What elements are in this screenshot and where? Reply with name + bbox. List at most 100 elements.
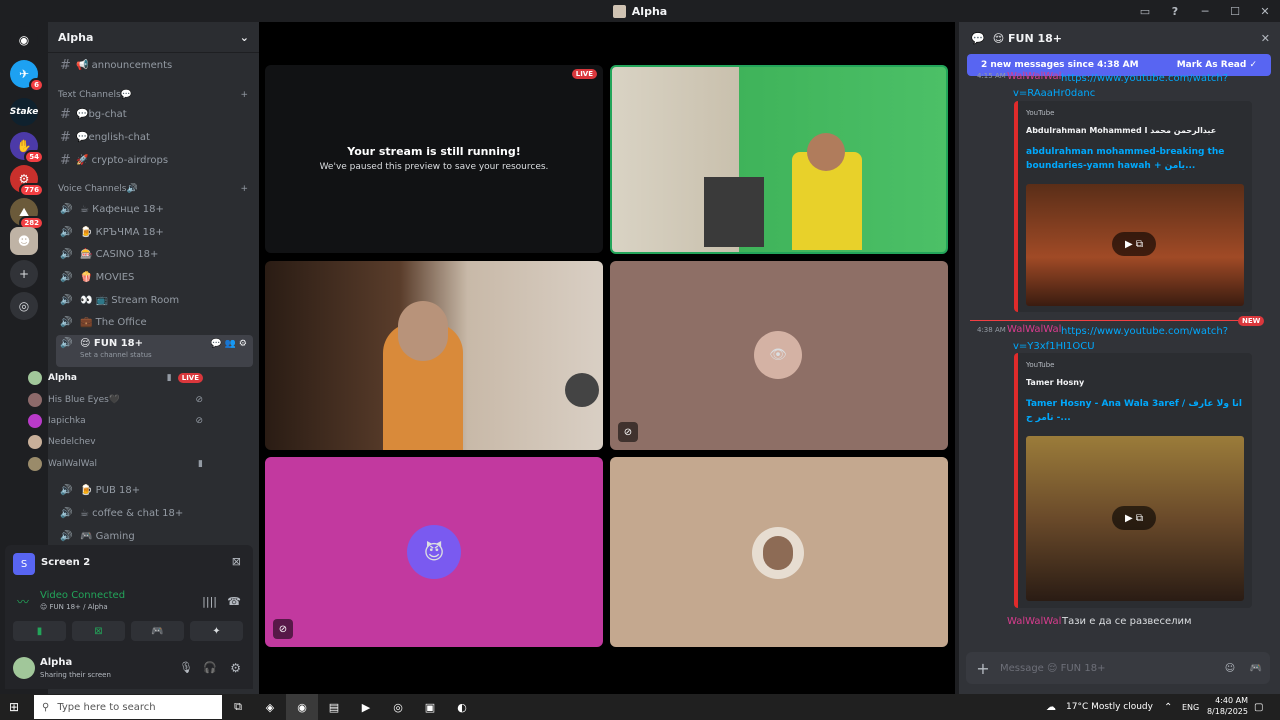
add-attachment-icon[interactable]: +	[966, 659, 1000, 678]
embed-title[interactable]: abdulrahman mohammed-breaking the bounda…	[1026, 145, 1248, 173]
voice-channel[interactable]: 🔊 🎰 CASINO 18+	[56, 244, 253, 264]
embed-author[interactable]: Abdulrahman Mohammed I عبدالرحمن محمد	[1026, 126, 1216, 135]
guild-header[interactable]: Alpha ⌄	[48, 22, 259, 53]
message-link[interactable]: https://www.youtube.com/watch?v=Y3xf1HI1…	[1013, 324, 1268, 354]
voice-member[interactable]: His Blue Eyes🖤 ⊘	[28, 390, 203, 410]
voice-channel[interactable]: 🔊 ☕ Кафенце 18+	[56, 199, 253, 219]
activity-button[interactable]: 🎮	[131, 621, 184, 641]
mark-as-read-button[interactable]: Mark As Read ✓	[1177, 60, 1257, 70]
discord-taskbar-icon[interactable]: ◐	[446, 694, 478, 720]
gamepad-icon[interactable]: 🎮	[1242, 663, 1270, 674]
taskbar-clock[interactable]: 4:40 AM 8/18/2025	[1200, 695, 1248, 717]
firefox-icon[interactable]: ◉	[286, 694, 318, 720]
signal-icon[interactable]: 〰	[17, 593, 29, 610]
connection-location[interactable]: 😌 FUN 18+ / Alpha	[40, 603, 108, 611]
category-voice-channels[interactable]: Voice Channels🔊 +	[58, 184, 248, 194]
camera-button[interactable]: ▮	[13, 621, 66, 641]
chrome-icon[interactable]: ◎	[382, 694, 414, 720]
add-server-icon[interactable]: +	[10, 260, 38, 288]
disconnect-icon[interactable]: ☎	[227, 595, 241, 608]
stream-tile-paused[interactable]: LIVE Your stream is still running! We've…	[265, 65, 603, 253]
add-channel-icon[interactable]: +	[240, 184, 248, 194]
eye-avatar-icon: 👁	[754, 331, 802, 379]
server-icon-stake[interactable]: Stake	[10, 98, 38, 126]
voice-channel[interactable]: 🔊 🍿 MOVIES	[56, 267, 253, 287]
avatar[interactable]	[13, 657, 35, 679]
maximize-button[interactable]: ☐	[1220, 5, 1250, 18]
voice-member[interactable]: Iapichka ⊘	[28, 411, 203, 431]
taskbar-search[interactable]: ⚲ Type here to search	[34, 695, 222, 719]
stop-stream-icon[interactable]: ⊠	[232, 555, 241, 568]
soundboard-button[interactable]: ✦	[190, 621, 243, 641]
channel-announcements[interactable]: # 📢 announcements	[56, 55, 253, 75]
discord-home-icon[interactable]: ◉	[10, 26, 38, 54]
add-channel-icon[interactable]: +	[240, 90, 248, 100]
video-tile-avatar[interactable]: 😈 ⊘	[265, 457, 603, 647]
voice-channel[interactable]: 🔊 🍺 PUB 18+	[56, 480, 253, 500]
guild-name: Alpha	[58, 30, 94, 44]
emoji-icon[interactable]: ☺	[1218, 663, 1242, 674]
video-tile-member[interactable]	[265, 261, 603, 450]
tray-chevron-icon[interactable]: ⌃	[1164, 702, 1172, 713]
speaker-icon: 🔊	[60, 338, 73, 349]
help-icon[interactable]: ?	[1160, 5, 1190, 18]
channel-bg-chat[interactable]: # 💬bg-chat	[56, 104, 253, 124]
voice-channel-actions[interactable]: 💬 👥 ⚙	[211, 339, 247, 349]
voice-member[interactable]: Nedelchev	[28, 432, 203, 452]
video-thumbnail[interactable]: ▶ ⧉	[1026, 436, 1244, 601]
video-tile-avatar[interactable]	[610, 457, 948, 647]
app-icon[interactable]: ▣	[414, 694, 446, 720]
voice-channel[interactable]: 🔊 ☕ coffee & chat 18+	[56, 503, 253, 523]
discover-icon[interactable]: ◎	[10, 292, 38, 320]
avatar	[28, 435, 42, 449]
channel-english-chat[interactable]: # 💬english-chat	[56, 127, 253, 147]
category-text-channels[interactable]: Text Channels💬 +	[58, 90, 248, 100]
headphones-icon[interactable]: 🎧	[203, 661, 217, 674]
microphone-icon[interactable]: 🎙	[179, 661, 193, 674]
embed-author[interactable]: Tamer Hosny	[1026, 378, 1084, 387]
play-icon[interactable]: ▶ ⧉	[1112, 232, 1156, 256]
server-icon-1[interactable]: ✈ 6	[10, 60, 44, 92]
live-badge: LIVE	[571, 69, 597, 79]
media-player-icon[interactable]: ▶	[350, 694, 382, 720]
message-link[interactable]: https://www.youtube.com/watch?v=RAaaHr0d…	[1013, 71, 1268, 101]
weather-text[interactable]: 17°C Mostly cloudy	[1066, 702, 1153, 712]
language-indicator[interactable]: ENG	[1182, 703, 1199, 712]
minimize-button[interactable]: ─	[1190, 5, 1220, 18]
server-icon-alpha[interactable]: ☻	[10, 227, 38, 255]
video-tile-member[interactable]	[610, 65, 948, 254]
server-icon-3[interactable]: ✋ 54	[10, 132, 44, 164]
server-icon-4[interactable]: ⚙ 776	[10, 165, 44, 197]
settings-icon[interactable]: ⚙	[230, 661, 241, 675]
video-thumbnail[interactable]: ▶ ⧉	[1026, 184, 1244, 306]
video-tile-avatar[interactable]: 👁 ⊘	[610, 261, 948, 450]
voice-channel-active[interactable]: 🔊 😌 FUN 18+ Set a channel status 💬 👥 ⚙	[56, 335, 253, 367]
app-icon[interactable]: ◈	[254, 694, 286, 720]
voice-channel[interactable]: 🔊 💼 The Office	[56, 312, 253, 332]
message-text: Тази е да се развеселим	[1062, 616, 1192, 627]
close-button[interactable]: ✕	[1250, 5, 1280, 18]
voice-channel[interactable]: 🔊 🎮 Gaming	[56, 526, 253, 546]
voice-member[interactable]: Alpha ▮ LIVE	[28, 368, 203, 388]
user-name: Alpha	[40, 657, 73, 668]
noise-suppression-icon[interactable]: ||||	[202, 595, 217, 608]
channel-crypto-airdrops[interactable]: # 🚀 crypto-airdrops	[56, 150, 253, 170]
file-explorer-icon[interactable]: ▤	[318, 694, 350, 720]
notification-icon[interactable]: ▢	[1254, 702, 1263, 713]
voice-channel[interactable]: 🔊 👀 📺 Stream Room	[56, 290, 253, 310]
screen-share-button[interactable]: ⊠	[72, 621, 125, 641]
voice-channel[interactable]: 🔊 🍺 КРЪЧМА 18+	[56, 222, 253, 242]
avatar	[28, 393, 42, 407]
embed-title[interactable]: Tamer Hosny - Ana Wala 3aref / انا ولا ع…	[1026, 397, 1248, 425]
windows-start-icon[interactable]: ⊞	[9, 700, 19, 714]
server-icon-5[interactable]: ⛰ 282	[10, 198, 44, 230]
play-icon[interactable]: ▶ ⧉	[1112, 506, 1156, 530]
inbox-icon[interactable]: ▭	[1130, 5, 1160, 18]
close-chat-icon[interactable]: ✕	[1261, 32, 1270, 45]
hash-icon: #	[60, 129, 71, 145]
message-author[interactable]: WalWalWal	[1007, 616, 1061, 627]
channel-status[interactable]: Set a channel status	[80, 351, 152, 359]
message-input[interactable]: Message 😌 FUN 18+	[1000, 663, 1218, 674]
task-view-icon[interactable]: ⧉	[222, 694, 254, 720]
voice-member[interactable]: WalWalWal ▮	[28, 454, 203, 474]
